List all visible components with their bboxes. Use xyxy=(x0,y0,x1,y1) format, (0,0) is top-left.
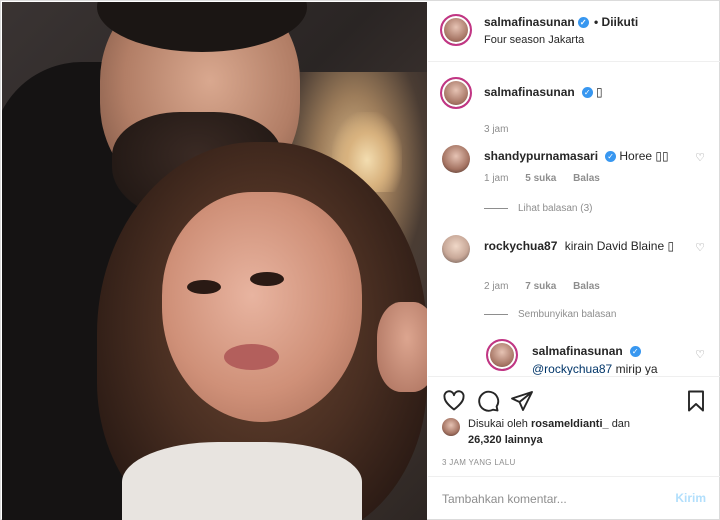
follow-status-label[interactable]: Diikuti xyxy=(602,15,639,29)
likes-joiner: dan xyxy=(611,418,631,430)
like-comment-heart-icon[interactable]: ♡ xyxy=(694,152,706,164)
reply-button[interactable]: Balas xyxy=(573,281,600,292)
comment-time[interactable]: 1 jam xyxy=(484,173,508,184)
comment-likes[interactable]: 7 suka xyxy=(525,281,556,292)
comment-row: shandypurnamasari ✓ Horee ▯▯ ♡ 1 jam 5 su… xyxy=(428,145,720,215)
like-heart-icon[interactable] xyxy=(442,389,466,413)
caption-text: salmafinasunan ✓ ▯ xyxy=(484,83,684,101)
likes-prefix: Disukai oleh xyxy=(468,418,528,430)
photo-woman-eye-left xyxy=(187,280,221,294)
caption-username[interactable]: salmafinasunan xyxy=(484,85,575,99)
post-photo[interactable] xyxy=(2,2,427,520)
liker-username[interactable]: rosameldianti_ xyxy=(531,418,609,430)
comment-row: rockychua87 kirain David Blaine ▯ ♡ 2 ja… xyxy=(428,235,720,325)
comment-composer: Kirim xyxy=(428,476,720,520)
reply-body: mirip ya xyxy=(615,362,658,375)
thread-line xyxy=(484,313,508,315)
comment-body: Horee ▯▯ xyxy=(619,149,669,163)
share-paper-plane-icon[interactable] xyxy=(510,389,534,413)
comment-text: shandypurnamasari ✓ Horee ▯▯ xyxy=(484,147,684,165)
verified-badge-icon: ✓ xyxy=(629,346,641,358)
verified-badge-icon: ✓ xyxy=(577,17,589,29)
reply-username[interactable]: salmafinasunan xyxy=(532,344,623,358)
reply-avatar[interactable] xyxy=(486,339,518,371)
caption-row: salmafinasunan ✓ ▯ 3 jam xyxy=(428,77,720,135)
reply-button[interactable]: Balas xyxy=(573,173,600,184)
caption-body: ▯ xyxy=(596,85,603,99)
caption-meta: 3 jam xyxy=(484,124,522,135)
comment-avatar[interactable] xyxy=(442,235,470,263)
view-replies-label[interactable]: Lihat balasan (3) xyxy=(518,203,593,214)
comment-likes[interactable]: 5 suka xyxy=(525,173,556,184)
likes-text: Disukai oleh rosameldianti_ dan 26,320 l… xyxy=(468,416,708,448)
post-frame: salmafinasunan ✓ • Diikuti Four season Ja… xyxy=(0,0,720,520)
verified-badge-icon: ✓ xyxy=(605,151,617,163)
header-separator: • xyxy=(594,15,599,29)
photo-shirt xyxy=(122,442,362,520)
reply-mention[interactable]: @rockychua87 xyxy=(532,362,612,375)
author-username[interactable]: salmafinasunan ✓ xyxy=(484,15,589,29)
comment-avatar[interactable] xyxy=(442,145,470,173)
post-timestamp[interactable]: 3 JAM YANG LALU xyxy=(442,458,516,467)
like-comment-heart-icon[interactable]: ♡ xyxy=(694,242,706,254)
comment-bubble-icon[interactable] xyxy=(476,389,500,413)
author-username-text[interactable]: salmafinasunan xyxy=(484,15,575,29)
comment-username[interactable]: rockychua87 xyxy=(484,239,557,253)
photo-woman-face xyxy=(162,192,362,422)
author-avatar[interactable] xyxy=(440,14,472,46)
like-reply-heart-icon[interactable]: ♡ xyxy=(694,349,706,361)
follow-status[interactable]: • Diikuti xyxy=(594,15,638,29)
save-bookmark-icon[interactable] xyxy=(684,389,708,413)
post-side-panel: salmafinasunan ✓ • Diikuti Four season Ja… xyxy=(428,2,720,520)
caption-avatar[interactable] xyxy=(440,77,472,109)
comment-input[interactable] xyxy=(442,489,662,509)
comment-meta: 2 jam 7 suka Balas xyxy=(484,281,614,292)
verified-badge-icon: ✓ xyxy=(581,87,593,99)
comment-username[interactable]: shandypurnamasari xyxy=(484,149,598,163)
hide-replies-toggle[interactable]: Sembunyikan balasan xyxy=(484,309,616,320)
photo-woman-eye-right xyxy=(250,272,284,286)
comment-body: kirain David Blaine ▯ xyxy=(564,239,675,253)
view-replies-toggle[interactable]: Lihat balasan (3) xyxy=(484,203,593,214)
likes-count[interactable]: 26,320 lainnya xyxy=(468,434,543,446)
post-header: salmafinasunan ✓ • Diikuti Four season Ja… xyxy=(428,2,720,62)
hide-replies-label[interactable]: Sembunyikan balasan xyxy=(518,309,616,320)
thread-line xyxy=(484,207,508,209)
comment-text: rockychua87 kirain David Blaine ▯ xyxy=(484,237,684,255)
photo-woman-lips xyxy=(224,344,279,370)
comment-meta: 1 jam 5 suka Balas xyxy=(484,173,614,184)
reply-row: salmafinasunan ✓ @rockychua87 mirip ya ♡ xyxy=(428,337,720,375)
reply-text: salmafinasunan ✓ @rockychua87 mirip ya xyxy=(532,342,682,375)
post-comment-button[interactable]: Kirim xyxy=(675,491,706,505)
photo-hand xyxy=(377,302,427,392)
liker-avatar[interactable] xyxy=(442,418,460,436)
comment-time[interactable]: 2 jam xyxy=(484,281,508,292)
caption-time[interactable]: 3 jam xyxy=(484,124,508,135)
comments-list[interactable]: salmafinasunan ✓ ▯ 3 jam shandypurnamasar… xyxy=(428,63,720,375)
post-location[interactable]: Four season Jakarta xyxy=(484,34,584,46)
